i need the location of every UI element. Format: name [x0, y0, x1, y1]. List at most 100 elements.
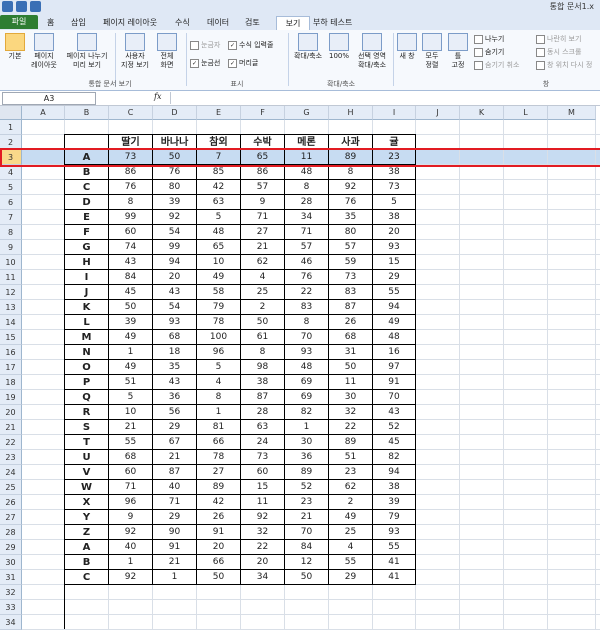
row-header-28[interactable]: 28: [0, 525, 22, 540]
table-cell[interactable]: 31: [329, 345, 373, 360]
row-header-26[interactable]: 26: [0, 495, 22, 510]
table-cell[interactable]: 30: [329, 390, 373, 405]
table-cell[interactable]: 50: [329, 360, 373, 375]
row-header-29[interactable]: 29: [0, 540, 22, 555]
table-cell[interactable]: 27: [241, 225, 285, 240]
table-cell[interactable]: 94: [373, 300, 416, 315]
table-cell[interactable]: 93: [285, 345, 329, 360]
row-header-22[interactable]: 22: [0, 435, 22, 450]
table-cell[interactable]: 68: [329, 330, 373, 345]
table-cell[interactable]: 22: [241, 540, 285, 555]
table-cell[interactable]: 98: [241, 360, 285, 375]
row-label-cell[interactable]: L: [65, 315, 109, 330]
table-cell[interactable]: 54: [153, 300, 197, 315]
table-cell[interactable]: 91: [197, 525, 241, 540]
table-cell[interactable]: 22: [285, 285, 329, 300]
table-cell[interactable]: 78: [197, 315, 241, 330]
table-cell[interactable]: 15: [373, 255, 416, 270]
column-header-j[interactable]: J: [416, 106, 460, 120]
table-cell[interactable]: 15: [241, 480, 285, 495]
headings-checkbox[interactable]: ✓ 머리글: [228, 58, 258, 68]
table-cell[interactable]: 39: [153, 195, 197, 210]
table-cell[interactable]: 87: [153, 465, 197, 480]
table-cell[interactable]: 48: [285, 360, 329, 375]
table-cell[interactable]: 87: [241, 390, 285, 405]
table-cell[interactable]: 93: [373, 240, 416, 255]
column-header-b[interactable]: B: [65, 106, 109, 120]
table-cell[interactable]: 45: [373, 435, 416, 450]
insert-function-icon[interactable]: fx: [154, 92, 161, 101]
table-cell[interactable]: 32: [241, 525, 285, 540]
row-label-cell[interactable]: T: [65, 435, 109, 450]
tab-data[interactable]: 데이터: [204, 16, 232, 30]
table-cell[interactable]: 63: [241, 420, 285, 435]
normal-view-button[interactable]: 기본: [2, 33, 28, 61]
table-cell[interactable]: 52: [373, 420, 416, 435]
reset-window-position-button[interactable]: 창 위치 다시 정: [536, 60, 592, 70]
zoom-to-selection-button[interactable]: 선택 영역 확대/축소: [354, 33, 390, 70]
tab-load-test[interactable]: 부하 테스트: [310, 16, 355, 30]
table-cell[interactable]: 76: [329, 195, 373, 210]
table-cell[interactable]: 1: [285, 420, 329, 435]
table-cell[interactable]: 1: [153, 570, 197, 585]
table-cell[interactable]: 24: [241, 435, 285, 450]
table-cell[interactable]: 89: [329, 435, 373, 450]
table-cell[interactable]: 92: [329, 180, 373, 195]
row-label-cell[interactable]: G: [65, 240, 109, 255]
table-cell[interactable]: 27: [197, 465, 241, 480]
table-cell[interactable]: 28: [285, 195, 329, 210]
table-cell[interactable]: 76: [153, 165, 197, 180]
row-header-15[interactable]: 15: [0, 330, 22, 345]
table-cell[interactable]: 92: [153, 210, 197, 225]
row-header-11[interactable]: 11: [0, 270, 22, 285]
row-label-cell[interactable]: B: [65, 165, 109, 180]
table-cell[interactable]: 58: [197, 285, 241, 300]
table-cell[interactable]: 63: [197, 195, 241, 210]
table-cell[interactable]: 57: [241, 180, 285, 195]
table-cell[interactable]: 30: [285, 435, 329, 450]
table-cell[interactable]: 73: [241, 450, 285, 465]
table-cell[interactable]: 1: [109, 345, 153, 360]
row-header-9[interactable]: 9: [0, 240, 22, 255]
split-button[interactable]: 나누기: [474, 34, 504, 44]
table-cell[interactable]: 71: [109, 480, 153, 495]
row-label-cell[interactable]: P: [65, 375, 109, 390]
table-cell[interactable]: 26: [197, 510, 241, 525]
table-cell[interactable]: 35: [329, 210, 373, 225]
table-cell[interactable]: 39: [109, 315, 153, 330]
row-header-23[interactable]: 23: [0, 450, 22, 465]
table-cell[interactable]: 5: [109, 390, 153, 405]
undo-icon[interactable]: [30, 1, 41, 12]
arrange-all-button[interactable]: 모두 정렬: [420, 33, 444, 70]
table-cell[interactable]: 36: [285, 450, 329, 465]
table-cell[interactable]: 76: [109, 180, 153, 195]
table-cell[interactable]: 11: [329, 375, 373, 390]
row-header-34[interactable]: 34: [0, 615, 22, 630]
table-cell[interactable]: 66: [197, 435, 241, 450]
row-header-25[interactable]: 25: [0, 480, 22, 495]
table-cell[interactable]: 1: [109, 555, 153, 570]
table-cell[interactable]: 54: [153, 225, 197, 240]
table-cell[interactable]: 99: [153, 240, 197, 255]
table-cell[interactable]: 42: [197, 180, 241, 195]
row-label-cell[interactable]: B: [65, 555, 109, 570]
table-cell[interactable]: 29: [373, 270, 416, 285]
table-cell[interactable]: 5: [373, 195, 416, 210]
table-cell[interactable]: 79: [373, 510, 416, 525]
row-label-cell[interactable]: C: [65, 180, 109, 195]
table-cell[interactable]: 50: [109, 300, 153, 315]
row-label-cell[interactable]: X: [65, 495, 109, 510]
table-cell[interactable]: 96: [109, 495, 153, 510]
table-cell[interactable]: 20: [373, 225, 416, 240]
select-all-corner[interactable]: [0, 106, 22, 120]
table-cell[interactable]: 70: [285, 330, 329, 345]
column-header-k[interactable]: K: [460, 106, 504, 120]
table-cell[interactable]: 69: [285, 375, 329, 390]
freeze-panes-button[interactable]: 틀 고정: [446, 33, 470, 70]
table-cell[interactable]: 48: [373, 330, 416, 345]
tab-page-layout[interactable]: 페이지 레이아웃: [100, 16, 160, 30]
table-cell[interactable]: 83: [285, 300, 329, 315]
row-label-cell[interactable]: F: [65, 225, 109, 240]
table-cell[interactable]: 41: [373, 555, 416, 570]
row-label-cell[interactable]: A: [65, 540, 109, 555]
